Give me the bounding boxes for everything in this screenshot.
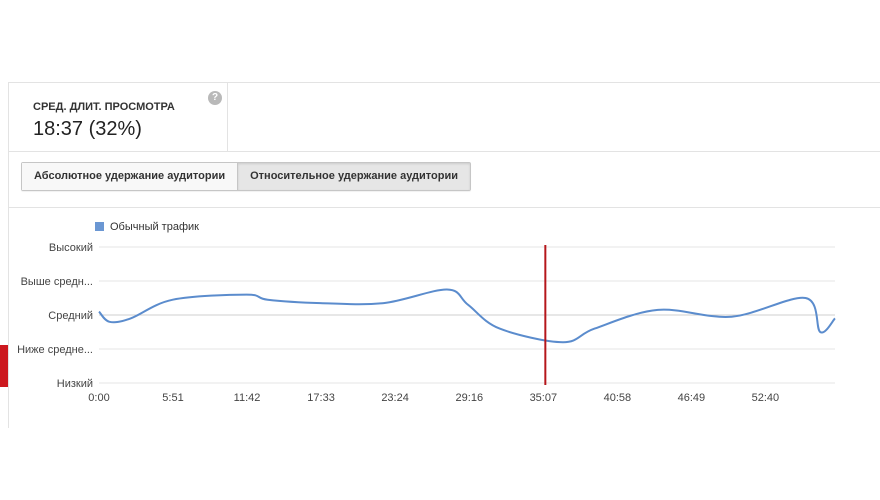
x-tick-label: 0:00 [88,392,109,404]
y-tick-label: Выше средн... [21,276,93,288]
x-tick-label: 11:42 [234,392,261,404]
retention-chart: Обычный трафик Высокий Выше средн... Средн… [17,221,836,404]
x-tick-label: 17:33 [307,392,335,404]
legend-swatch [95,222,104,231]
x-tick-label: 40:58 [604,392,632,404]
x-tick-label: 35:07 [530,392,558,404]
x-tick-label: 46:49 [678,392,706,404]
y-tick-label: Низкий [57,378,93,390]
x-tick-label: 23:24 [381,392,409,404]
side-accent-tab [0,345,8,387]
series-line-regular-traffic [98,288,836,344]
legend-label: Обычный трафик [110,221,199,233]
y-tick-label: Высокий [49,242,93,254]
analytics-panel: СРЕД. ДЛИТ. ПРОСМОТРА 18:37 (32%) ? Абсо… [8,82,880,428]
x-tick-label: 52:40 [752,392,780,404]
x-tick-label: 29:16 [456,392,484,404]
x-tick-label: 5:51 [162,392,183,404]
y-tick-label: Ниже средне... [17,344,93,356]
y-tick-label: Средний [48,310,93,322]
